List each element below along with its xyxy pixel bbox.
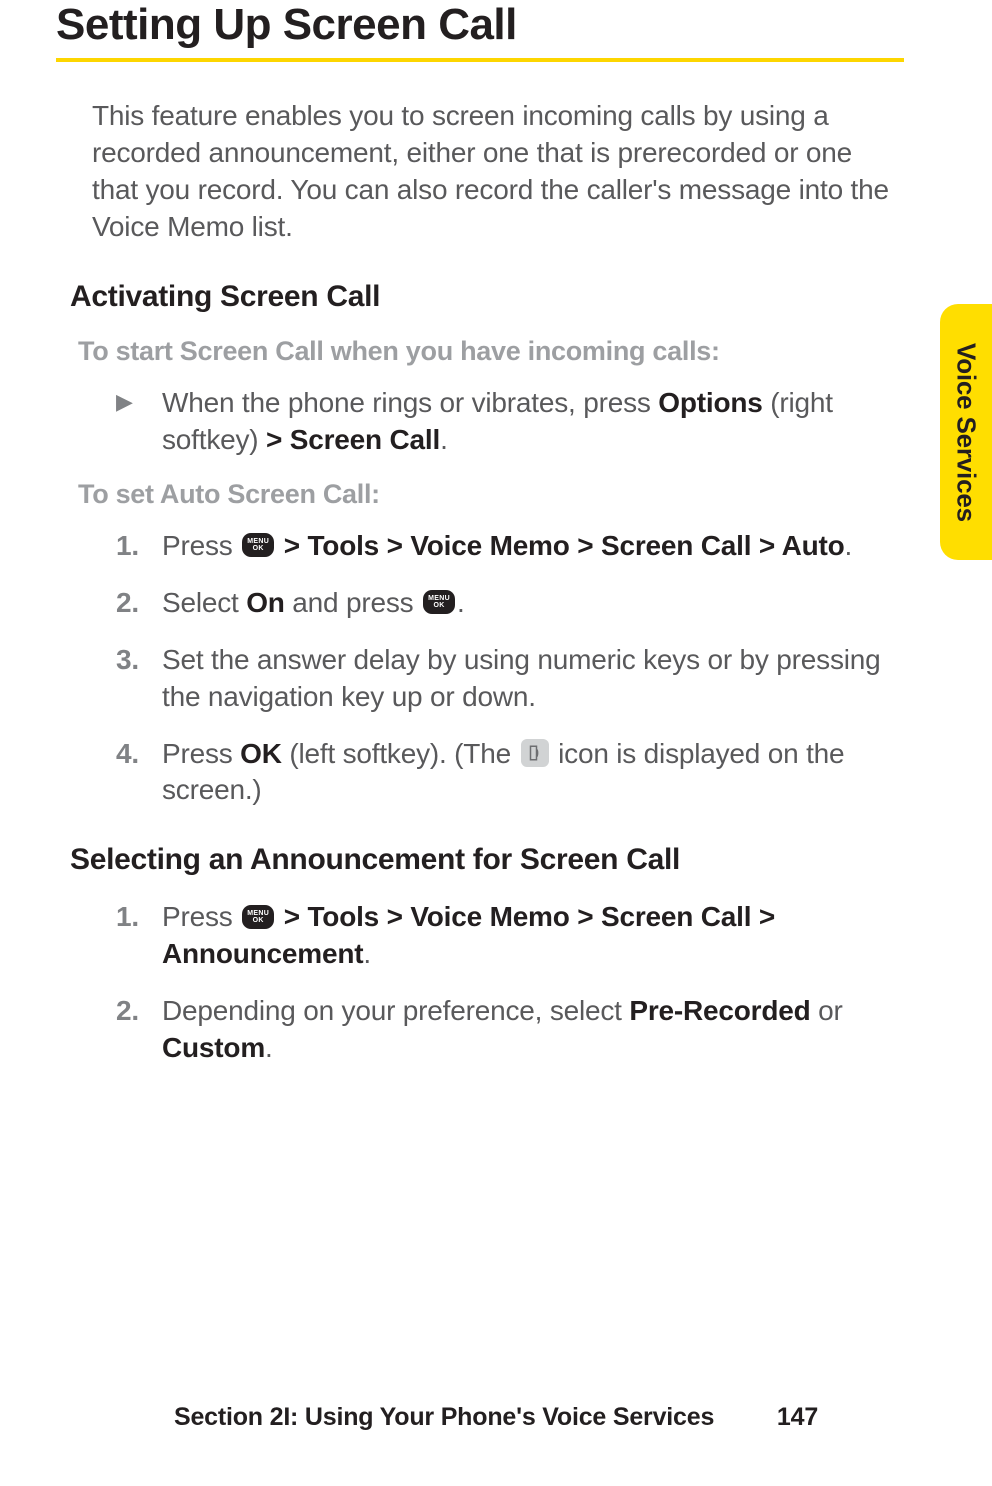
page-title: Setting Up Screen Call <box>56 0 904 50</box>
step-text: Set the answer delay by using numeric ke… <box>162 642 904 716</box>
text-fragment: . <box>363 938 371 969</box>
title-rule <box>56 58 904 62</box>
gray-heading-auto: To set Auto Screen Call: <box>78 479 904 510</box>
subheading-activating: Activating Screen Call <box>70 280 904 314</box>
text-fragment: Press <box>162 738 240 769</box>
step-number: 2. <box>116 993 162 1030</box>
bold-screencall: > Screen Call <box>266 424 440 455</box>
text-fragment: Press <box>162 530 240 561</box>
step-1: 1. Press MENUOK > Tools > Voice Memo > S… <box>116 528 904 565</box>
intro-paragraph: This feature enables you to screen incom… <box>92 98 904 246</box>
text-fragment: . <box>440 424 448 455</box>
step-2b: 2. Depending on your preference, select … <box>116 993 904 1067</box>
text-fragment: (left softkey). (The <box>282 738 519 769</box>
menu-key-label: MENUOK <box>247 538 269 552</box>
menu-ok-key-icon: MENUOK <box>242 533 274 557</box>
bullet-text: When the phone rings or vibrates, press … <box>162 385 904 459</box>
side-tab-label: Voice Services <box>951 343 982 522</box>
bullet-item: ▶ When the phone rings or vibrates, pres… <box>116 385 904 459</box>
step-4: 4. Press OK (left softkey). (The icon is… <box>116 736 904 810</box>
text-fragment: Select <box>162 587 246 618</box>
text-fragment: Press <box>162 901 240 932</box>
bold-custom: Custom <box>162 1032 265 1063</box>
bold-ok: OK <box>240 738 282 769</box>
menu-ok-key-icon: MENUOK <box>242 905 274 929</box>
footer-section: Section 2I: Using Your Phone's Voice Ser… <box>174 1403 714 1431</box>
bold-path: > Tools > Voice Memo > Screen Call > Aut… <box>276 530 844 561</box>
step-number: 4. <box>116 736 162 773</box>
text-fragment: and press <box>285 587 421 618</box>
text-fragment: . <box>845 530 853 561</box>
step-number: 1. <box>116 899 162 936</box>
text-fragment: or <box>811 995 843 1026</box>
step-3: 3. Set the answer delay by using numeric… <box>116 642 904 716</box>
text-fragment: . <box>265 1032 273 1063</box>
phone-sound-icon <box>521 739 549 767</box>
step-number: 2. <box>116 585 162 622</box>
step-2: 2. Select On and press MENUOK. <box>116 585 904 622</box>
text-fragment: When the phone rings or vibrates, press <box>162 387 658 418</box>
gray-heading-start: To start Screen Call when you have incom… <box>78 336 904 367</box>
bold-on: On <box>246 587 284 618</box>
page-number: 147 <box>777 1403 818 1432</box>
step-number: 3. <box>116 642 162 679</box>
step-text: Depending on your preference, select Pre… <box>162 993 904 1067</box>
menu-ok-key-icon: MENUOK <box>423 590 455 614</box>
side-tab: Voice Services <box>940 304 992 560</box>
menu-key-label: MENUOK <box>428 595 450 609</box>
step-text: Press MENUOK > Tools > Voice Memo > Scre… <box>162 899 904 973</box>
bold-prerecorded: Pre-Recorded <box>629 995 810 1026</box>
step-text: Select On and press MENUOK. <box>162 585 904 622</box>
bullet-marker-icon: ▶ <box>116 385 162 419</box>
page-footer: Section 2I: Using Your Phone's Voice Ser… <box>0 1403 992 1432</box>
step-number: 1. <box>116 528 162 565</box>
step-text: Press OK (left softkey). (The icon is di… <box>162 736 904 810</box>
bullet-list: ▶ When the phone rings or vibrates, pres… <box>116 385 904 459</box>
text-fragment: . <box>457 587 465 618</box>
menu-key-label: MENUOK <box>247 910 269 924</box>
step-1b: 1. Press MENUOK > Tools > Voice Memo > S… <box>116 899 904 973</box>
text-fragment: Depending on your preference, select <box>162 995 629 1026</box>
step-list-1: 1. Press MENUOK > Tools > Voice Memo > S… <box>116 528 904 810</box>
step-text: Press MENUOK > Tools > Voice Memo > Scre… <box>162 528 904 565</box>
subheading-selecting: Selecting an Announcement for Screen Cal… <box>70 843 904 877</box>
bold-options: Options <box>658 387 762 418</box>
step-list-2: 1. Press MENUOK > Tools > Voice Memo > S… <box>116 899 904 1067</box>
